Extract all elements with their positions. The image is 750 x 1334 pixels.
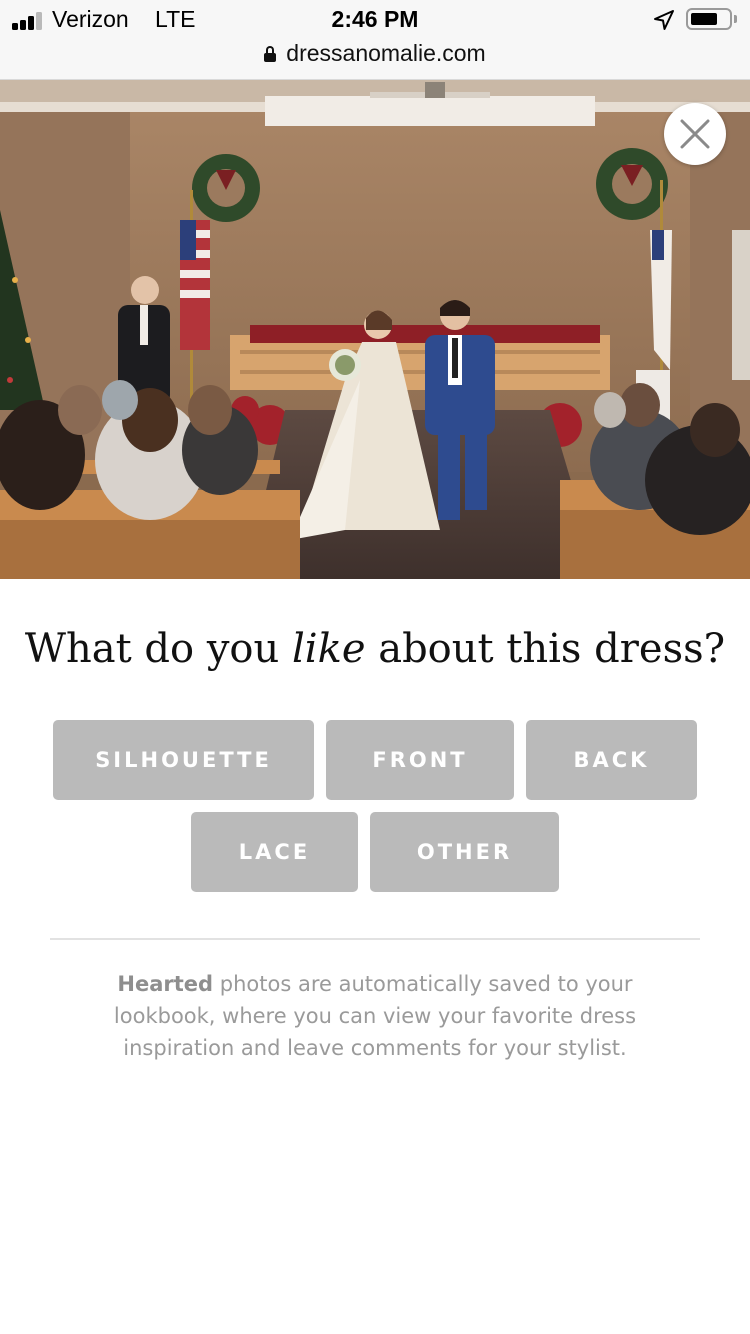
title-emphasis: like [292, 626, 366, 672]
battery-level [691, 13, 717, 25]
option-silhouette-button[interactable]: SILHOUETTE [53, 720, 314, 800]
browser-url-bar[interactable]: dressanomalie.com [0, 40, 750, 80]
status-bar: Verizon LTE 2:46 PM [0, 0, 750, 40]
status-time: 2:46 PM [331, 6, 419, 32]
option-back-button[interactable]: BACK [526, 720, 697, 800]
close-icon [680, 119, 710, 149]
title-text-after: about this dress? [365, 626, 726, 672]
option-lace-button[interactable]: LACE [191, 812, 358, 892]
option-other-button[interactable]: OTHER [370, 812, 559, 892]
battery-tip [734, 15, 737, 23]
url-container[interactable]: dressanomalie.com [0, 40, 750, 67]
page-title: What do you like about this dress? [0, 626, 750, 672]
divider [50, 938, 700, 940]
close-button[interactable] [664, 103, 726, 165]
location-arrow-icon [654, 10, 674, 30]
photo-illustration [0, 80, 750, 579]
lock-icon [264, 46, 277, 62]
battery-icon [686, 8, 732, 30]
url-text[interactable]: dressanomalie.com [286, 40, 485, 66]
lookbook-note: Hearted photos are automatically saved t… [75, 968, 675, 1064]
wedding-photo [0, 80, 750, 579]
note-bold-text: Hearted [117, 972, 214, 996]
title-text-before: What do you [24, 626, 292, 672]
option-front-button[interactable]: FRONT [326, 720, 514, 800]
